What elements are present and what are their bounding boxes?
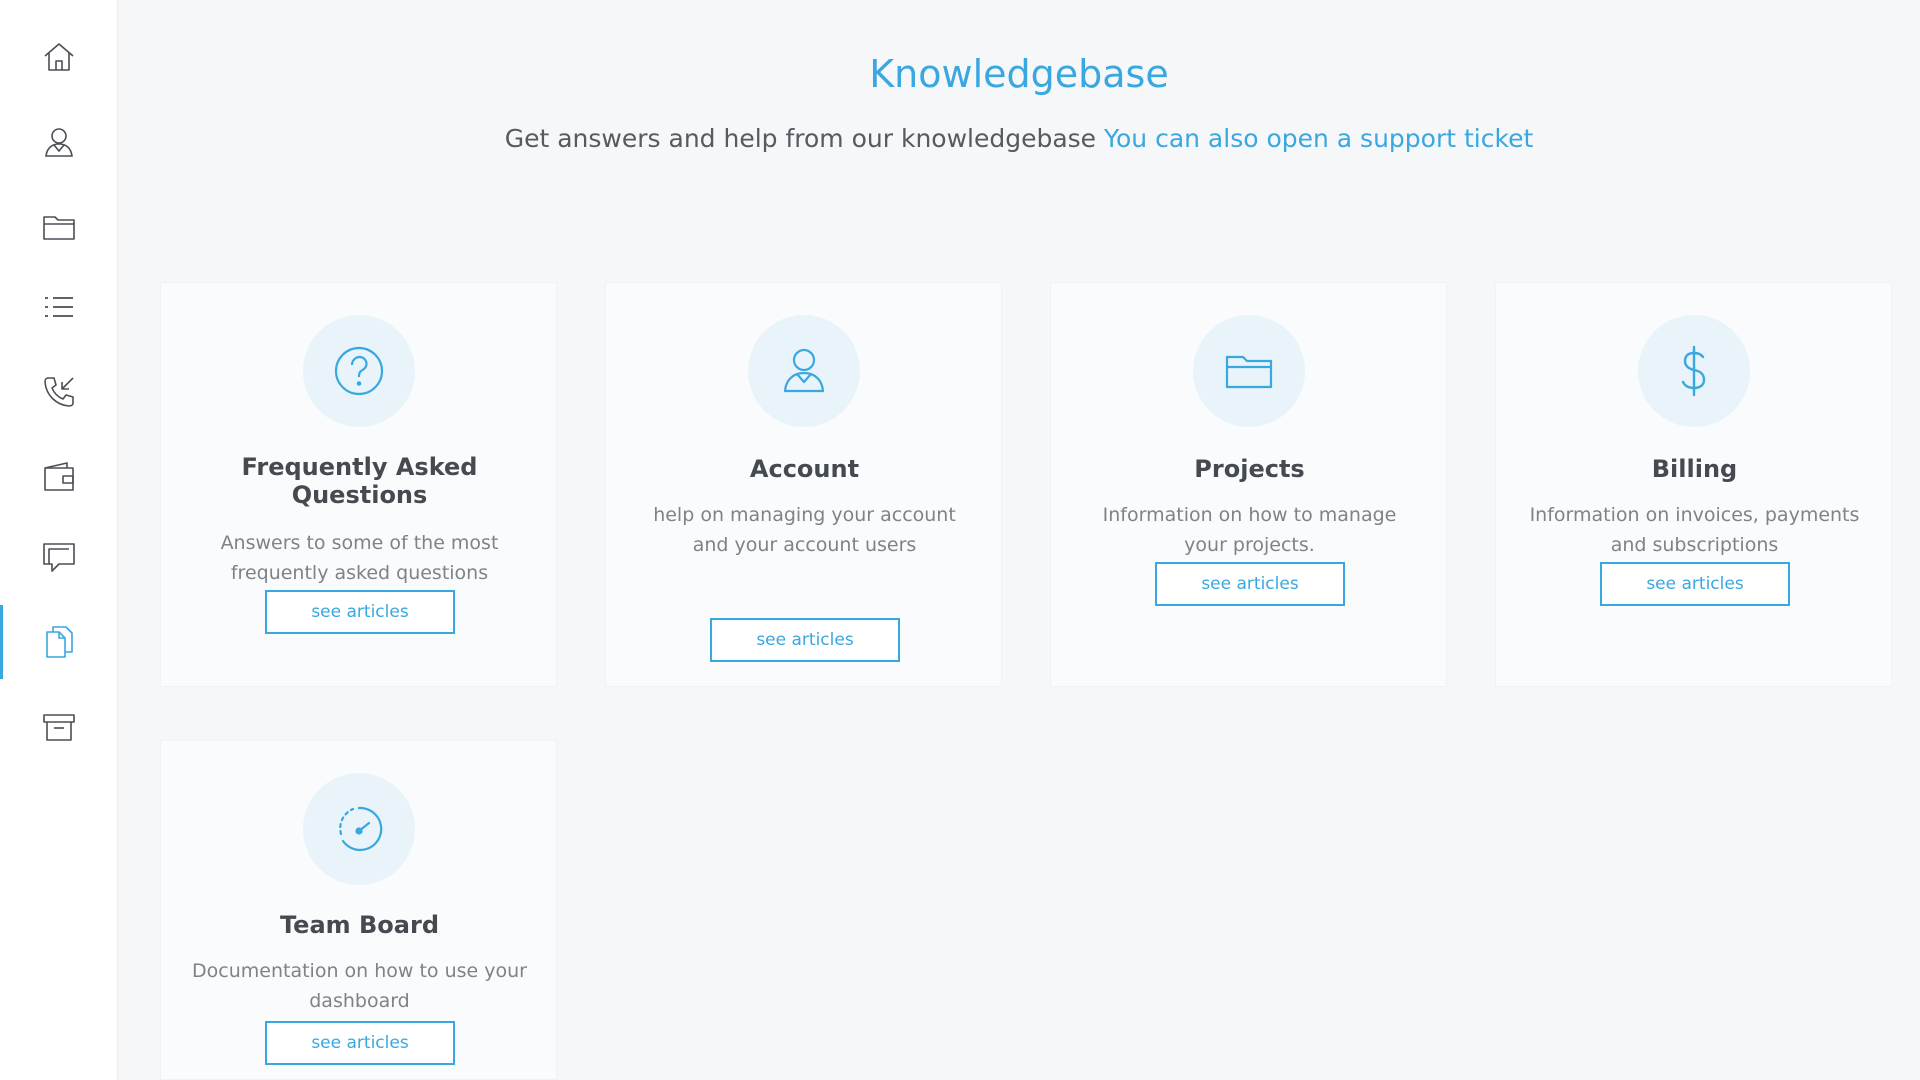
- sidebar-item-users[interactable]: [0, 105, 118, 179]
- sidebar-item-wallet[interactable]: [0, 440, 118, 514]
- documents-icon: [46, 626, 73, 658]
- card-faq: Frequently Asked Questions Answers to so…: [160, 282, 557, 687]
- see-articles-button[interactable]: see articles: [1600, 562, 1790, 606]
- support-ticket-link[interactable]: You can also open a support ticket: [1104, 124, 1533, 153]
- card-billing: Billing Information on invoices, payment…: [1495, 282, 1892, 687]
- card-title: Account: [749, 455, 860, 483]
- see-articles-button[interactable]: see articles: [710, 618, 900, 662]
- see-articles-button[interactable]: see articles: [1155, 562, 1345, 606]
- subtitle-text: Get answers and help from our knowledgeb…: [504, 124, 1097, 153]
- card-account: Account help on managing your account an…: [605, 282, 1002, 687]
- home-icon: [44, 43, 74, 71]
- archive-icon: [43, 714, 75, 741]
- card-description: help on managing your account and your a…: [653, 504, 956, 556]
- dollar-icon: [1681, 345, 1706, 397]
- folder-icon: [43, 216, 75, 240]
- dashboard-icon: [339, 806, 383, 852]
- sidebar-item-archive[interactable]: [0, 690, 118, 764]
- sidebar: [0, 0, 118, 1080]
- card-title: Frequently Asked Questions: [241, 453, 478, 509]
- see-articles-button[interactable]: see articles: [265, 590, 455, 634]
- billing-icon-circle: [1638, 315, 1750, 427]
- card-description: Documentation on how to use your dashboa…: [192, 960, 527, 1012]
- wallet-icon: [44, 462, 74, 491]
- account-icon: [783, 348, 825, 393]
- sidebar-item-docs[interactable]: [0, 605, 118, 679]
- chat-icon: [43, 543, 75, 572]
- card-title: Projects: [1194, 455, 1305, 483]
- app: Knowledgebase Get answers and help from …: [0, 0, 1920, 1080]
- sidebar-item-calls[interactable]: [0, 355, 118, 429]
- see-articles-button[interactable]: see articles: [265, 1021, 455, 1065]
- faq-icon-circle: [303, 315, 415, 427]
- user-icon: [45, 128, 73, 157]
- card-description: Answers to some of the most frequently a…: [220, 532, 499, 584]
- sidebar-item-home[interactable]: [0, 20, 118, 94]
- card-description: Information on invoices, payments and su…: [1529, 504, 1860, 556]
- team-board-icon-circle: [303, 773, 415, 885]
- folder-icon: [1225, 355, 1273, 389]
- projects-icon-circle: [1193, 315, 1305, 427]
- card-team-board: Team Board Documentation on how to use y…: [160, 740, 557, 1080]
- card-title: Billing: [1651, 455, 1738, 483]
- phone-icon: [44, 377, 74, 407]
- account-icon-circle: [748, 315, 860, 427]
- list-icon: [45, 297, 73, 317]
- sidebar-item-list[interactable]: [0, 270, 118, 344]
- card-title: Team Board: [279, 911, 439, 939]
- sidebar-item-projects[interactable]: [0, 190, 118, 264]
- card-projects: Projects Information on how to manage yo…: [1050, 282, 1447, 687]
- card-description: Information on how to manage your projec…: [1102, 504, 1397, 556]
- page-subtitle: Get answers and help from our knowledgeb…: [118, 124, 1920, 153]
- main-content: Knowledgebase Get answers and help from …: [118, 0, 1920, 1080]
- question-icon: [334, 346, 384, 396]
- page-title: Knowledgebase: [869, 52, 1169, 96]
- sidebar-item-messages[interactable]: [0, 520, 118, 594]
